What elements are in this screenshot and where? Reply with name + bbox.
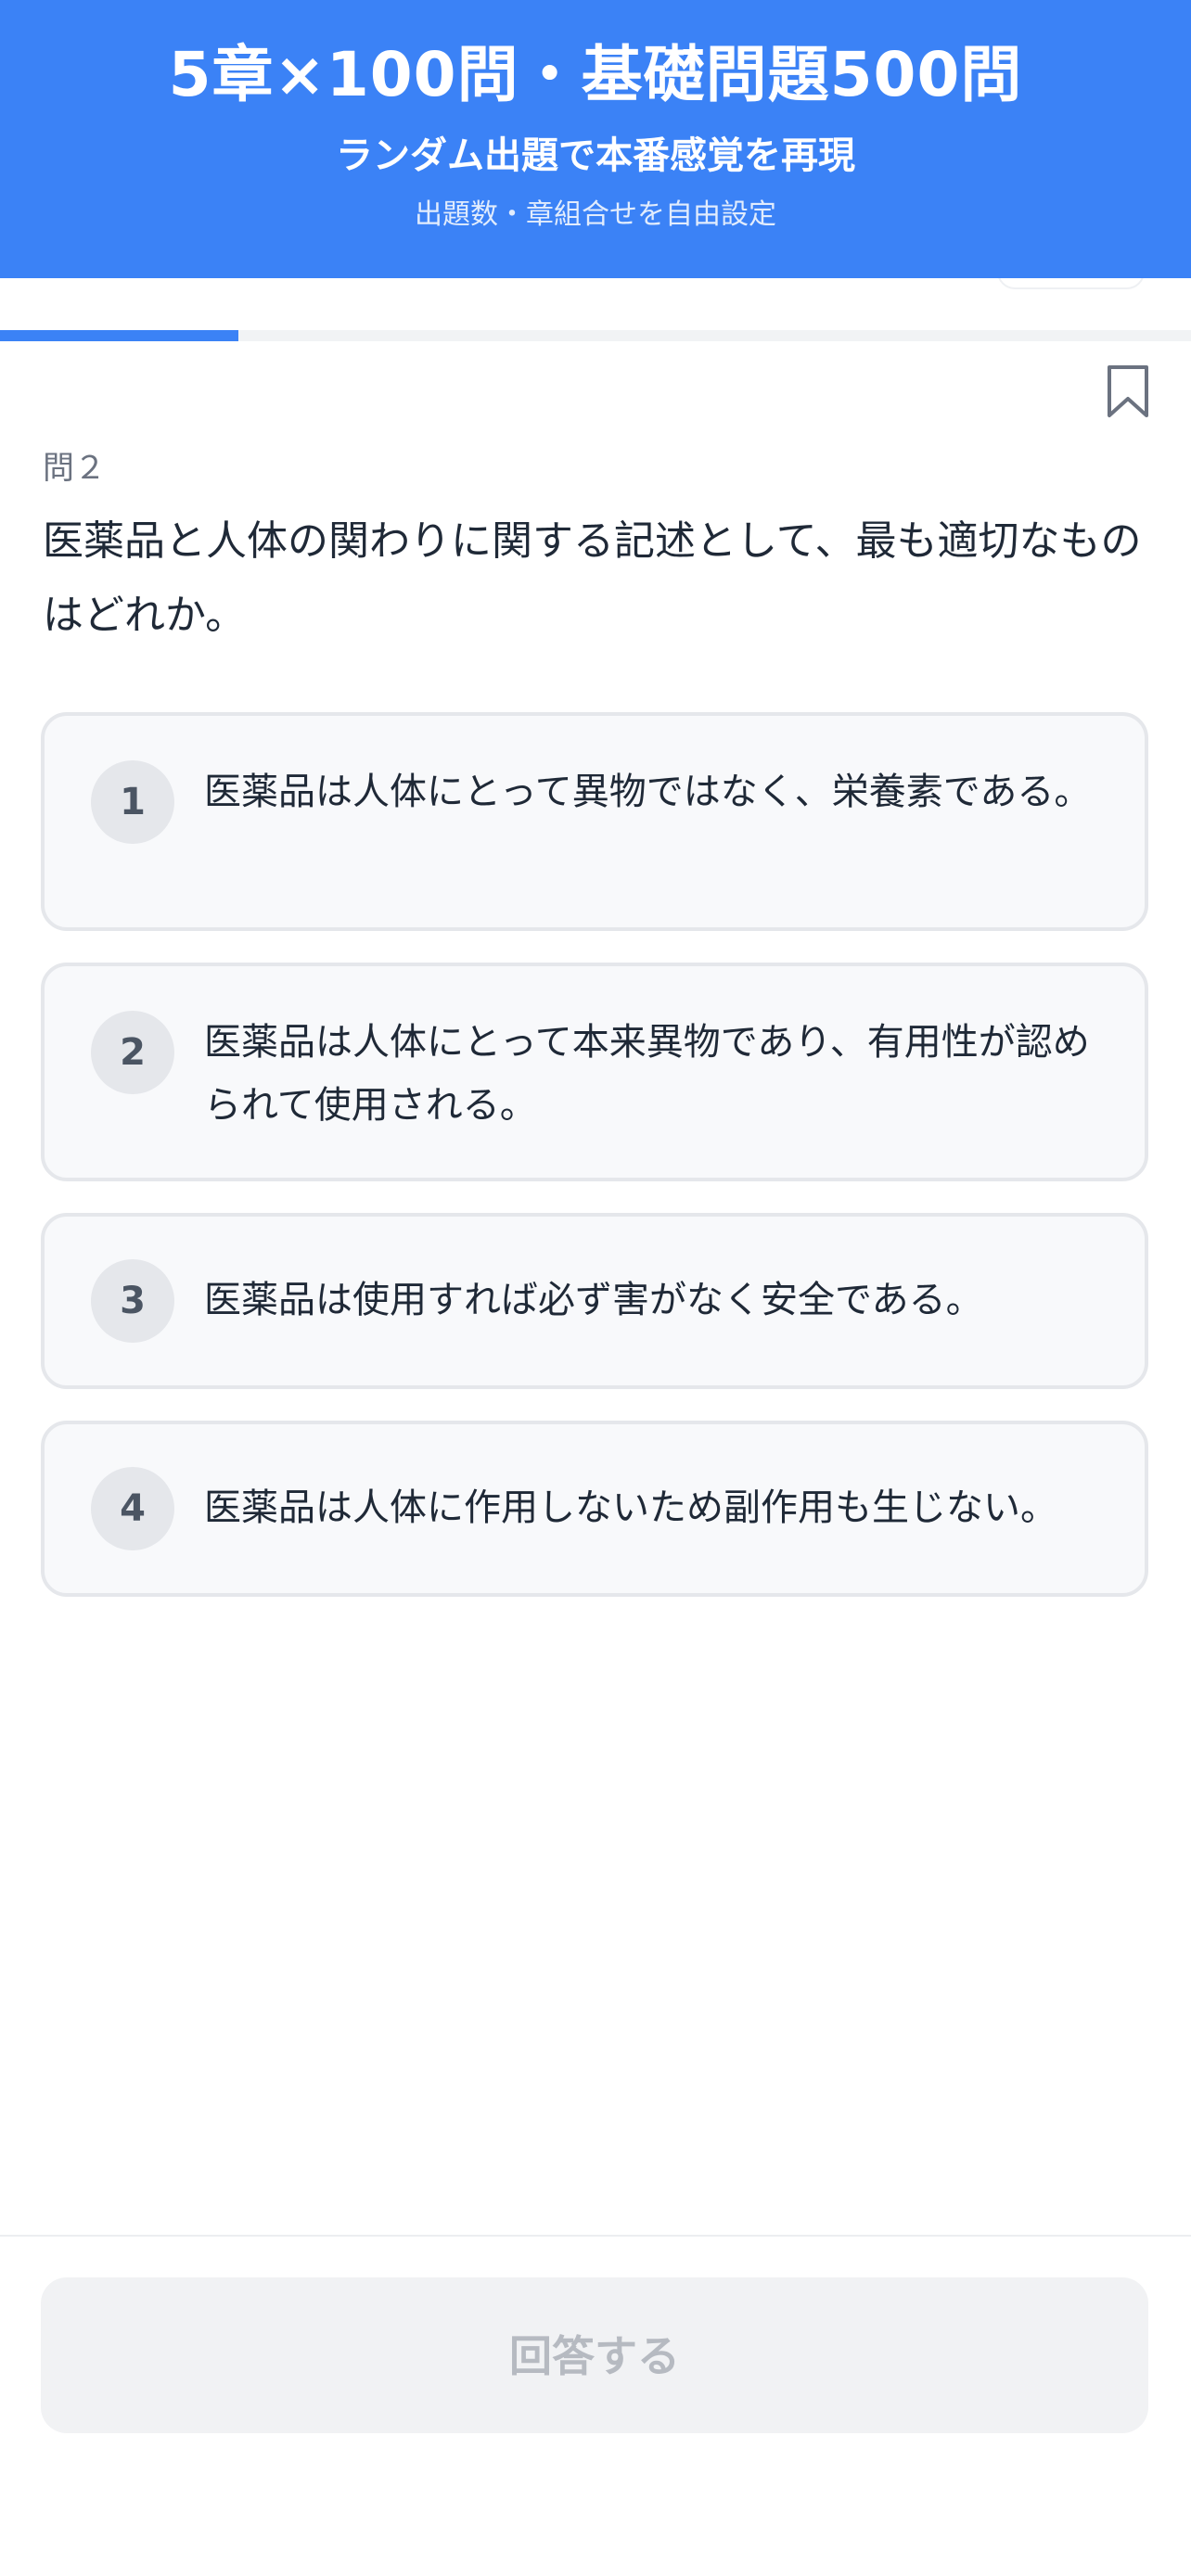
option-text: 医薬品は人体に作用しないため副作用も生じない。 [204,1486,1057,1529]
option-number-badge: 2 [91,1011,174,1094]
progress-bar [0,330,1191,341]
bookmark-icon[interactable] [1104,363,1152,419]
option-text: 医薬品は人体にとって本来異物であり、有用性が認められて使用される。 [204,1021,1090,1127]
option-text: 医薬品は使用すれば必ず害がなく安全である。 [204,1279,983,1321]
answer-option-2[interactable]: 2 医薬品は人体にとって本来異物であり、有用性が認められて使用される。 [41,963,1148,1181]
option-number-badge: 4 [91,1467,174,1550]
banner-subtitle: ランダム出題で本番感覚を再現 [336,134,855,177]
progress-fill [0,330,238,341]
option-number-badge: 1 [91,760,174,844]
answer-option-3[interactable]: 3 医薬品は使用すれば必ず害がなく安全である。 [41,1213,1148,1389]
banner-note: 出題数・章組合せを自由設定 [415,198,776,231]
answer-option-4[interactable]: 4 医薬品は人体に作用しないため副作用も生じない。 [41,1421,1148,1597]
question-text: 医薬品と人体の関わりに関する記述として、最も適切なものはどれか。 [43,517,1142,639]
submit-answer-button[interactable]: 回答する [41,2277,1148,2433]
option-text: 医薬品は人体にとって異物ではなく、栄養素である。 [204,771,1092,813]
question-number: 問２ [43,450,106,487]
answer-options: 1 医薬品は人体にとって異物ではなく、栄養素である。 2 医薬品は人体にとって本… [41,712,1148,1628]
option-number-badge: 3 [91,1259,174,1343]
footer-divider [0,2235,1191,2237]
answer-option-1[interactable]: 1 医薬品は人体にとって異物ではなく、栄養素である。 [41,712,1148,931]
banner-title: 5章×100問・基礎問題500問 [168,39,1023,110]
promo-banner: 5章×100問・基礎問題500問 ランダム出題で本番感覚を再現 出題数・章組合せ… [0,0,1191,278]
